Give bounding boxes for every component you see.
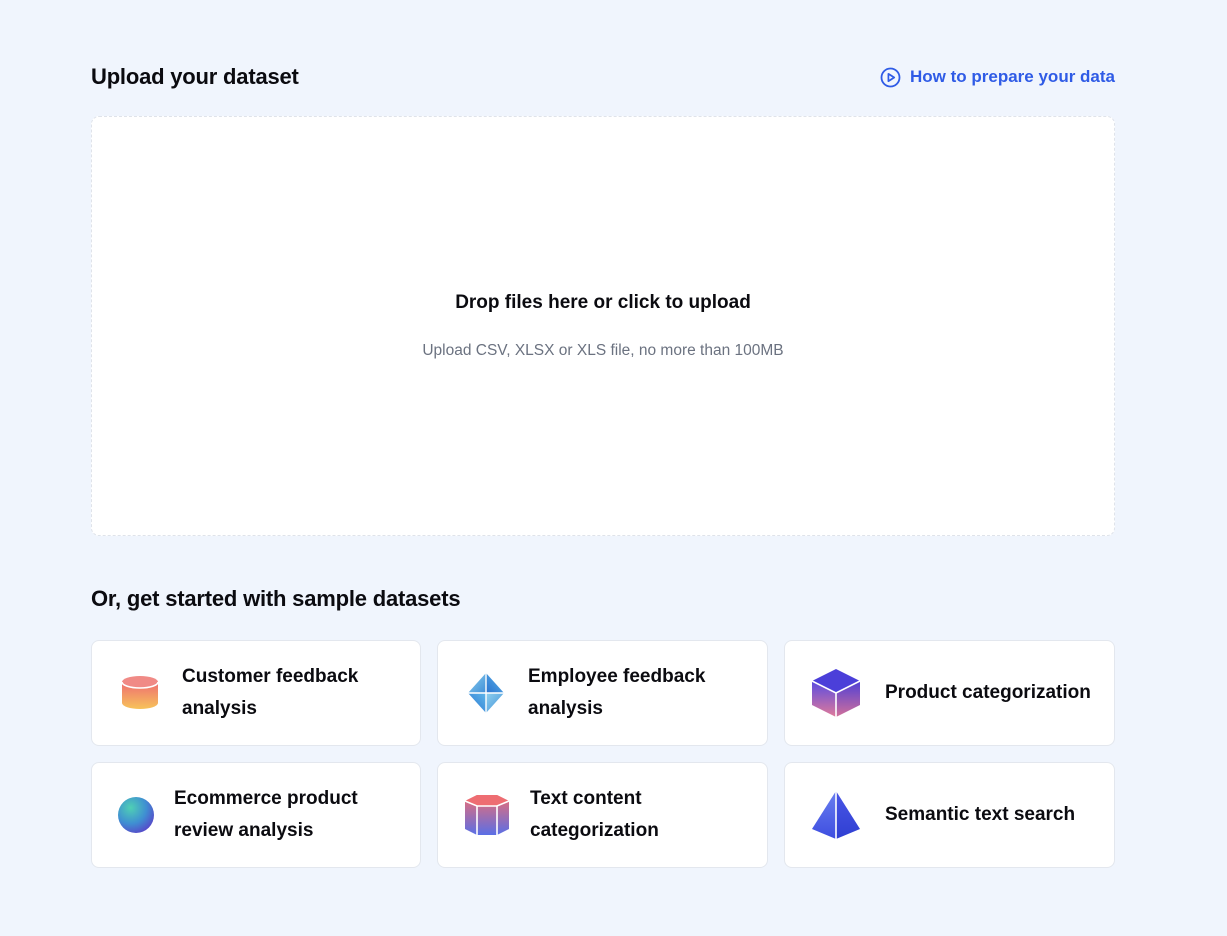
play-circle-icon [880,67,901,88]
dropzone-subtitle: Upload CSV, XLSX or XLS file, no more th… [422,342,784,359]
sample-card-label: Product categorization [885,682,1091,703]
sample-card-ecommerce-review[interactable]: Ecommerce product review analysis [91,762,421,868]
sample-card-semantic-search[interactable]: Semantic text search [784,762,1115,868]
sample-datasets-grid: Customer feedback analysis Employee feed… [91,640,1115,868]
file-dropzone[interactable]: Drop files here or click to upload Uploa… [91,116,1115,536]
cube-icon [809,667,863,719]
octahedron-icon [462,671,510,715]
upload-title: Upload your dataset [91,64,299,89]
sample-card-label: Semantic text search [885,804,1076,825]
sample-card-label: Ecommerce product review analysis [174,788,358,841]
sample-card-employee-feedback[interactable]: Employee feedback analysis [437,640,768,746]
sample-card-customer-feedback[interactable]: Customer feedback analysis [91,640,421,746]
sphere-icon [116,796,156,834]
pyramid-icon [809,789,863,841]
how-to-prepare-label: How to prepare your data [910,67,1115,86]
samples-title: Or, get started with sample datasets [91,586,461,611]
sample-card-text-content[interactable]: Text content categorization [437,762,768,868]
sample-card-product-categorization[interactable]: Product categorization [784,640,1115,746]
upload-page: Upload your dataset How to prepare your … [0,0,1227,936]
sample-card-label: Customer feedback analysis [182,666,359,719]
dropzone-title: Drop files here or click to upload [455,292,751,313]
cylinder-icon [116,673,164,713]
hexagonal-prism-icon [462,791,512,839]
how-to-prepare-link[interactable]: How to prepare your data [880,67,1115,88]
sample-card-label: Text content categorization [530,788,659,841]
upload-header: Upload your dataset How to prepare your … [91,60,1115,94]
sample-card-label: Employee feedback analysis [528,666,706,719]
